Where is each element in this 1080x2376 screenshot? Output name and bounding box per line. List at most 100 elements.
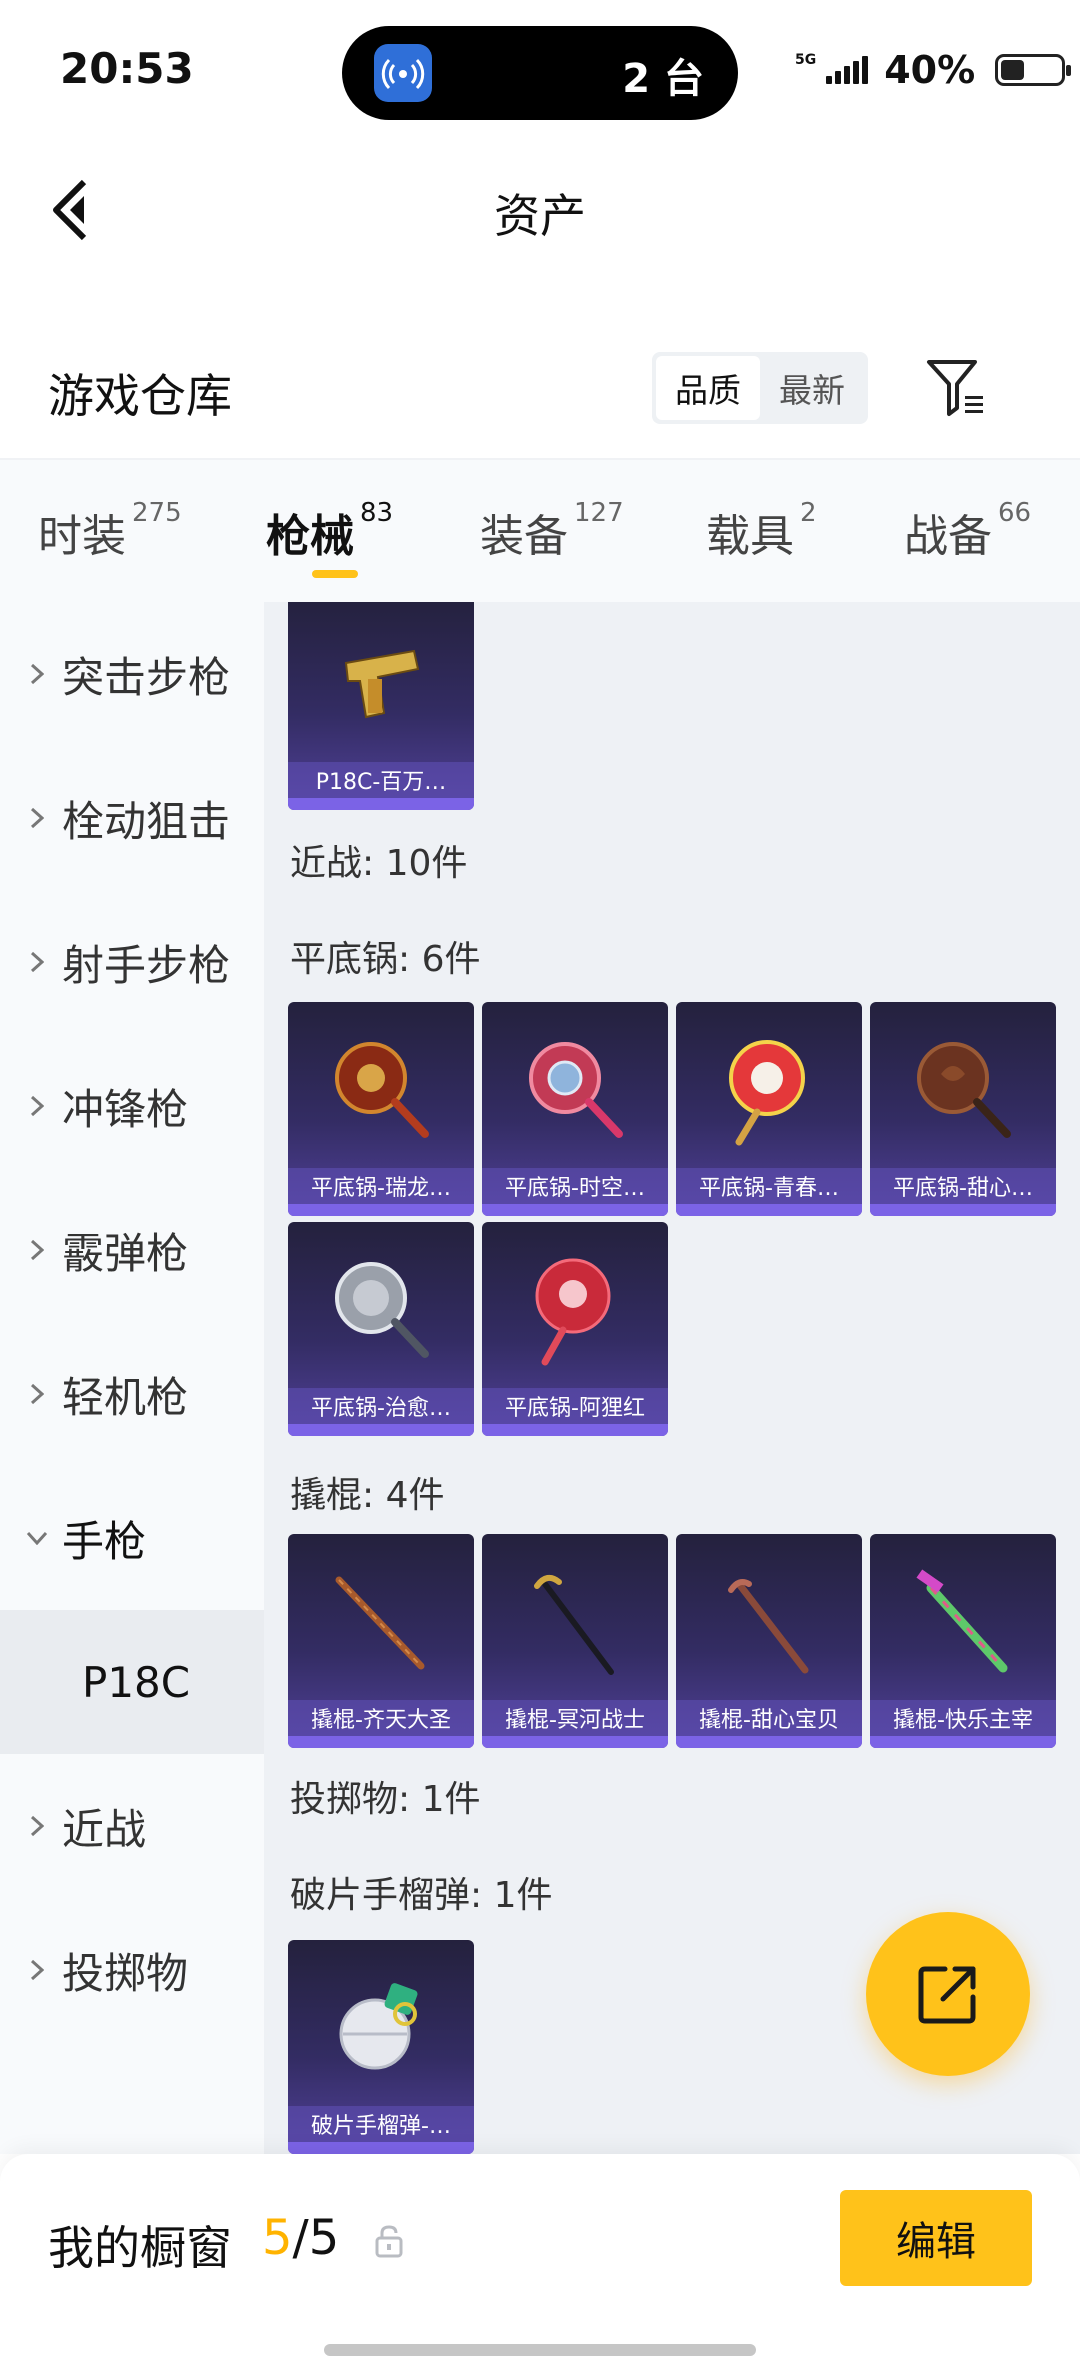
item-card[interactable]: 平底锅-时空… bbox=[482, 1002, 668, 1216]
active-tab-indicator bbox=[312, 570, 358, 578]
sidebar-item-melee[interactable]: 近战 bbox=[0, 1754, 264, 1898]
unlock-icon bbox=[375, 2225, 403, 2258]
rarity-bar bbox=[482, 1204, 668, 1216]
tab-label: 枪械 bbox=[266, 511, 354, 562]
chevron-right-icon bbox=[26, 1815, 48, 1837]
status-bar: 20:53 2 台 5G 40% bbox=[0, 0, 1080, 140]
sidebar-item-label: 轻机枪 bbox=[62, 1372, 189, 1422]
network-label: 5G bbox=[795, 52, 817, 68]
share-icon bbox=[918, 1966, 976, 2024]
item-card[interactable]: 平底锅-治愈… bbox=[288, 1222, 474, 1436]
item-card[interactable]: 破片手榴弹-… bbox=[288, 1940, 474, 2154]
rarity-bar bbox=[870, 1736, 1056, 1748]
tab-count: 2 bbox=[800, 498, 817, 528]
signal-icon bbox=[826, 56, 869, 84]
dragon-pan-icon bbox=[288, 1002, 474, 1178]
section-header-melee: 近战: 10件 bbox=[290, 843, 468, 884]
sort-newest-button[interactable]: 最新 bbox=[760, 356, 864, 420]
ahri-red-pan-icon bbox=[482, 1222, 668, 1398]
share-button[interactable] bbox=[866, 1912, 1030, 2076]
tab-count: 275 bbox=[132, 498, 182, 528]
tab-label: 装备 bbox=[480, 511, 568, 562]
tab-count: 66 bbox=[998, 498, 1032, 528]
tab-firearms[interactable]: 枪械 83 bbox=[266, 498, 394, 564]
section-header-crowbar: 撬棍: 4件 bbox=[290, 1475, 445, 1516]
section-header-pan: 平底锅: 6件 bbox=[290, 939, 481, 980]
tab-vehicles[interactable]: 载具 2 bbox=[706, 498, 817, 564]
weapon-type-sidebar: 突击步枪 栓动狙击 射手步枪 冲锋枪 霰弹枪 轻机枪 手枪 P18C 近战 投掷… bbox=[0, 602, 264, 2154]
frag-grenade-icon bbox=[288, 1940, 474, 2116]
showcase-total: /5 bbox=[292, 2210, 340, 2266]
sidebar-item-shotgun[interactable]: 霰弹枪 bbox=[0, 1178, 264, 1322]
filter-icon bbox=[927, 360, 983, 416]
tab-count: 83 bbox=[360, 498, 394, 528]
battery-fill bbox=[1001, 60, 1025, 80]
chevron-right-icon bbox=[26, 663, 48, 685]
rarity-bar bbox=[870, 1204, 1056, 1216]
item-name: 平底锅-阿狸红 bbox=[482, 1388, 668, 1424]
showcase-bar: 我的橱窗 5/5 编辑 bbox=[0, 2154, 1080, 2376]
sweetheart-pan-icon bbox=[870, 1002, 1056, 1178]
timespace-pan-icon bbox=[482, 1002, 668, 1178]
item-card[interactable]: 平底锅-阿狸红 bbox=[482, 1222, 668, 1436]
golden-pistol-icon bbox=[288, 602, 474, 772]
sidebar-item-lmg[interactable]: 轻机枪 bbox=[0, 1322, 264, 1466]
sidebar-item-pistol[interactable]: 手枪 bbox=[0, 1466, 264, 1610]
item-name: P18C-百万… bbox=[288, 762, 474, 798]
nav-header: 资产 bbox=[0, 140, 1080, 270]
sidebar-item-bolt-sniper[interactable]: 栓动狙击 bbox=[0, 746, 264, 890]
item-card[interactable]: 平底锅-瑞龙… bbox=[288, 1002, 474, 1216]
sidebar-item-label: 突击步枪 bbox=[62, 652, 231, 702]
dynamic-island[interactable]: 2 台 bbox=[342, 26, 738, 120]
tab-equipment[interactable]: 装备 127 bbox=[480, 498, 624, 564]
sidebar-item-label: 栓动狙击 bbox=[62, 796, 231, 846]
section-header-frag-grenade: 破片手榴弹: 1件 bbox=[290, 1875, 553, 1916]
warehouse-row: 游戏仓库 品质 最新 bbox=[0, 340, 1080, 460]
chevron-right-icon bbox=[26, 1959, 48, 1981]
device-count: 2 台 bbox=[622, 56, 704, 102]
item-name: 撬棍-甜心宝贝 bbox=[676, 1700, 862, 1736]
showcase-label: 我的橱窗 bbox=[48, 2221, 232, 2275]
sidebar-item-throwable[interactable]: 投掷物 bbox=[0, 1898, 264, 2042]
item-name: 撬棍-快乐主宰 bbox=[870, 1700, 1056, 1736]
tab-label: 时装 bbox=[38, 511, 126, 562]
sidebar-item-smg[interactable]: 冲锋枪 bbox=[0, 1034, 264, 1178]
sidebar-item-assault-rifle[interactable]: 突击步枪 bbox=[0, 602, 264, 746]
healing-pan-icon bbox=[288, 1222, 474, 1398]
rarity-bar bbox=[288, 1424, 474, 1436]
monkey-king-staff-icon bbox=[288, 1534, 474, 1710]
item-card[interactable]: 平底锅-甜心… bbox=[870, 1002, 1056, 1216]
page-title: 资产 bbox=[494, 189, 586, 243]
item-card[interactable]: 撬棍-甜心宝贝 bbox=[676, 1534, 862, 1748]
rarity-bar bbox=[482, 1736, 668, 1748]
edit-button[interactable]: 编辑 bbox=[840, 2190, 1032, 2286]
item-name: 平底锅-青春… bbox=[676, 1168, 862, 1204]
item-name: 平底锅-甜心… bbox=[870, 1168, 1056, 1204]
home-indicator[interactable] bbox=[324, 2344, 756, 2356]
rarity-bar bbox=[288, 798, 474, 810]
tab-fashion[interactable]: 时装 275 bbox=[38, 498, 182, 564]
rarity-bar bbox=[288, 1204, 474, 1216]
chevron-right-icon bbox=[26, 951, 48, 973]
item-card[interactable]: 撬棍-冥河战士 bbox=[482, 1534, 668, 1748]
chevron-down-icon bbox=[26, 1527, 48, 1549]
item-card[interactable]: P18C-百万… bbox=[288, 602, 474, 810]
rarity-bar bbox=[288, 1736, 474, 1748]
sidebar-item-marksman-rifle[interactable]: 射手步枪 bbox=[0, 890, 264, 1034]
item-card[interactable]: 平底锅-青春… bbox=[676, 1002, 862, 1216]
styx-warrior-crowbar-icon bbox=[482, 1534, 668, 1710]
rarity-bar bbox=[288, 2142, 474, 2154]
item-card[interactable]: 撬棍-齐天大圣 bbox=[288, 1534, 474, 1748]
status-indicators: 5G 40% bbox=[795, 48, 1072, 92]
item-card[interactable]: 撬棍-快乐主宰 bbox=[870, 1534, 1056, 1748]
tab-gear[interactable]: 战备 66 bbox=[904, 498, 1032, 564]
item-name: 平底锅-治愈… bbox=[288, 1388, 474, 1424]
item-name: 平底锅-瑞龙… bbox=[288, 1168, 474, 1204]
sidebar-subitem-label: P18C bbox=[82, 1657, 191, 1707]
sidebar-item-label: 冲锋枪 bbox=[62, 1084, 189, 1134]
sort-quality-button[interactable]: 品质 bbox=[656, 356, 760, 420]
chevron-right-icon bbox=[26, 1383, 48, 1405]
sidebar-subitem-p18c[interactable]: P18C bbox=[0, 1610, 264, 1754]
sort-toggle: 品质 最新 bbox=[652, 352, 868, 424]
filter-button[interactable] bbox=[918, 350, 994, 426]
